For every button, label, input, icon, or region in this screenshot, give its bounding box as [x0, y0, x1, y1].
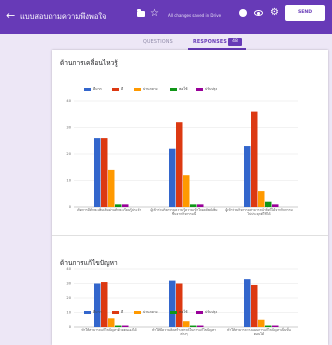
bar[interactable]	[176, 122, 183, 207]
bar[interactable]	[122, 204, 129, 207]
gear-icon[interactable]: ⚙	[270, 7, 279, 19]
y-tick-label: 0	[69, 205, 72, 209]
bar[interactable]	[183, 321, 190, 327]
legend-label: ดีมาก	[93, 310, 102, 314]
y-tick-label: 20	[66, 152, 71, 156]
responses-summary: ด้านการเคลื่อนไหวรู้ ดีมาก ดี ปานกลาง พอ…	[52, 50, 328, 345]
bar[interactable]	[197, 204, 204, 207]
palette-icon[interactable]	[239, 9, 247, 17]
category-label: ทำให้สามารถวางแผนการแก้ไขปัญหาเป็นขั้นตอ…	[227, 328, 291, 337]
bar[interactable]	[108, 169, 115, 207]
bar[interactable]	[272, 204, 279, 207]
bar[interactable]	[94, 283, 101, 328]
category-label: เกิดการมีทักษะเพิ่มเติมผ่านทักษะเรียนรู้…	[76, 208, 142, 212]
bar[interactable]	[115, 204, 122, 207]
bar[interactable]	[265, 201, 272, 207]
folder-icon[interactable]	[137, 9, 145, 17]
arrow-left-icon[interactable]: ←	[6, 10, 15, 22]
form-title[interactable]: แบบสอบถามความพึงพอใจ	[20, 11, 106, 23]
bar[interactable]	[115, 325, 122, 327]
bar[interactable]	[169, 280, 176, 327]
bar[interactable]	[169, 148, 176, 207]
y-tick-label: 30	[66, 282, 71, 286]
bar[interactable]	[190, 325, 197, 327]
legend-swatch	[170, 310, 177, 314]
legend-swatch	[84, 310, 91, 314]
y-tick-label: 40	[66, 99, 71, 103]
tab-responses[interactable]: RESPONSES	[193, 40, 227, 45]
y-tick-label: 0	[69, 325, 72, 329]
form-header-bar: ← แบบสอบถามความพึงพอใจ ☆ All changes sav…	[0, 0, 332, 34]
star-icon[interactable]: ☆	[150, 8, 159, 20]
category-label: ทำให้มีความคิดสร้างสรรค์ในการแก้ไขปัญหาต…	[152, 328, 216, 337]
eye-icon[interactable]	[254, 10, 263, 16]
legend-swatch	[134, 310, 141, 314]
legend-swatch	[112, 310, 119, 314]
bar[interactable]	[258, 319, 265, 327]
legend-label: พอใช้	[179, 310, 188, 314]
save-status: All changes saved in Drive	[168, 13, 222, 18]
bar[interactable]	[108, 318, 115, 327]
responses-count-badge: 48	[228, 38, 242, 46]
bar-chart: 010203040010203040	[66, 99, 298, 329]
bar[interactable]	[251, 284, 258, 327]
category-label: ทำให้สามารถแก้ไขปัญหาด้วยตนเองได้	[81, 328, 137, 332]
legend-swatch	[196, 310, 203, 314]
bar[interactable]	[190, 204, 197, 207]
send-button[interactable]: SEND	[285, 5, 325, 21]
category-label: ผู้เข้าร่วมกิจกรรมสามารถนำสิ่งที่ได้จากก…	[225, 208, 293, 217]
section-title: ด้านการแก้ไขปัญหา	[60, 259, 118, 267]
legend-label: ปรับปรุง	[205, 310, 218, 314]
bar[interactable]	[101, 138, 108, 207]
bar[interactable]	[122, 325, 129, 327]
y-tick-label: 20	[66, 296, 71, 300]
y-tick-label: 10	[66, 179, 71, 183]
bar[interactable]	[176, 283, 183, 328]
bar[interactable]	[272, 325, 279, 327]
legend-label: ดี	[121, 310, 124, 314]
bar[interactable]	[251, 111, 258, 207]
y-tick-label: 30	[66, 126, 71, 130]
form-tabs: QUESTIONS RESPONSES 48	[0, 34, 332, 50]
bar[interactable]	[101, 282, 108, 327]
bar[interactable]	[244, 146, 251, 207]
bar[interactable]	[258, 191, 265, 207]
category-label: ผู้เข้าร่วมกิจกรรมความรู้ความเข้าใจผลลัพ…	[150, 208, 218, 217]
bar[interactable]	[94, 138, 101, 207]
bar[interactable]	[265, 325, 272, 327]
y-tick-label: 10	[66, 311, 71, 315]
tab-questions[interactable]: QUESTIONS	[143, 40, 173, 45]
legend-label: ปานกลาง	[143, 310, 158, 314]
bar[interactable]	[183, 175, 190, 207]
section-divider	[52, 235, 328, 236]
bar[interactable]	[197, 325, 204, 327]
bar[interactable]	[244, 279, 251, 327]
